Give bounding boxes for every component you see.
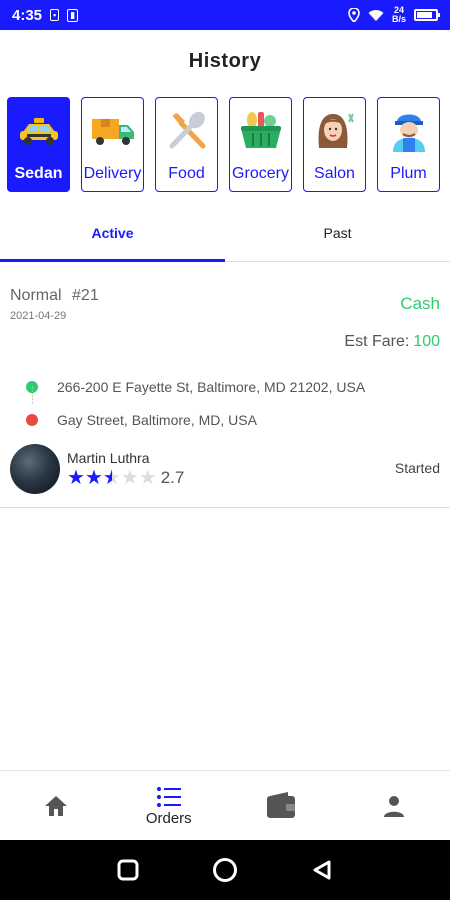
order-status: Started — [394, 460, 440, 476]
order-date: 2021-04-29 — [10, 310, 67, 322]
category-label: Delivery — [83, 165, 142, 182]
order-number: #21 — [72, 287, 99, 304]
app-header: History — [0, 30, 450, 92]
pickup-address: 266-200 E Fayette St, Baltimore, MD 2120… — [57, 378, 366, 395]
wifi-icon — [368, 9, 384, 21]
sim-icon: ▪ — [50, 9, 60, 21]
star-icon: ★ — [67, 467, 85, 489]
category-grocery[interactable]: Grocery — [229, 97, 292, 192]
battery-icon — [414, 9, 440, 21]
category-carousel[interactable]: Sedan Delivery Food Grocery Salon Plum — [0, 97, 450, 197]
utensils-icon — [163, 106, 211, 154]
wallet-icon — [267, 791, 296, 818]
taxi-icon — [15, 106, 63, 154]
home-icon — [45, 795, 68, 816]
route: 266-200 E Fayette St, Baltimore, MD 2120… — [26, 370, 365, 436]
location-icon — [348, 8, 360, 22]
network-speed: 24 B/s — [391, 5, 406, 24]
list-icon — [156, 786, 181, 807]
nav-wallet[interactable] — [225, 771, 338, 840]
order-type: Normal — [10, 287, 62, 304]
truck-icon — [89, 106, 137, 154]
status-bar: 4:35 ▪ ▮ 24 B/s — [0, 0, 450, 30]
plumber-icon — [385, 106, 433, 154]
nav-orders[interactable]: Orders — [113, 771, 226, 840]
category-plumber[interactable]: Plum — [377, 97, 440, 192]
fare-label: Est Fare: — [344, 333, 410, 350]
pickup-location: 266-200 E Fayette St, Baltimore, MD 2120… — [26, 370, 365, 403]
driver-name: Martin Luthra — [67, 450, 150, 466]
star-half-icon: ★ — [102, 467, 121, 489]
order-title: Normal #21 — [10, 287, 99, 305]
route-connector — [32, 386, 33, 404]
category-delivery[interactable]: Delivery — [81, 97, 144, 192]
person-icon — [383, 795, 404, 817]
fare-value: 100 — [413, 333, 440, 350]
star-empty-icon: ★ — [120, 467, 139, 489]
category-label: Sedan — [14, 165, 63, 182]
order-tabs: Active Past — [0, 205, 450, 262]
order-card[interactable]: Normal #21 2021-04-29 Cash Est Fare: 100 … — [0, 270, 450, 508]
dropoff-dot-icon — [26, 413, 38, 426]
notification-icon: ▮ — [67, 8, 79, 22]
driver-info: Martin Luthra ★ ★ ★ ★ ★ 2.7 — [10, 444, 184, 494]
payment-method: Cash — [400, 294, 440, 313]
system-nav-bar — [0, 840, 450, 900]
category-label: Salon — [314, 165, 355, 182]
basket-icon — [237, 106, 285, 154]
avatar — [10, 444, 60, 494]
back-icon[interactable] — [311, 859, 333, 881]
nav-profile[interactable] — [338, 771, 450, 840]
category-salon[interactable]: Salon — [303, 97, 366, 192]
home-button-icon[interactable] — [212, 857, 238, 883]
category-label: Food — [168, 165, 205, 182]
estimated-fare: Est Fare: 100 — [344, 333, 440, 351]
clock: 4:35 — [12, 6, 43, 24]
star-empty-icon: ★ — [138, 467, 157, 489]
driver-rating: ★ ★ ★ ★ ★ 2.7 — [67, 468, 184, 488]
category-sedan[interactable]: Sedan — [7, 97, 70, 192]
dropoff-location: Gay Street, Baltimore, MD, USA — [26, 403, 365, 436]
star-icon: ★ — [84, 467, 103, 489]
bottom-nav: Orders — [0, 770, 450, 840]
recents-icon[interactable] — [117, 859, 139, 881]
category-label: Plum — [390, 165, 427, 182]
category-label: Grocery — [232, 165, 289, 182]
rating-value: 2.7 — [160, 468, 185, 487]
nav-home[interactable] — [0, 771, 113, 840]
tab-active[interactable]: Active — [0, 205, 225, 262]
page-title: History — [188, 49, 262, 72]
dropoff-address: Gay Street, Baltimore, MD, USA — [57, 411, 257, 428]
salon-icon — [311, 106, 359, 154]
tab-past[interactable]: Past — [225, 205, 450, 261]
nav-orders-label: Orders — [145, 809, 192, 827]
category-food[interactable]: Food — [155, 97, 218, 192]
